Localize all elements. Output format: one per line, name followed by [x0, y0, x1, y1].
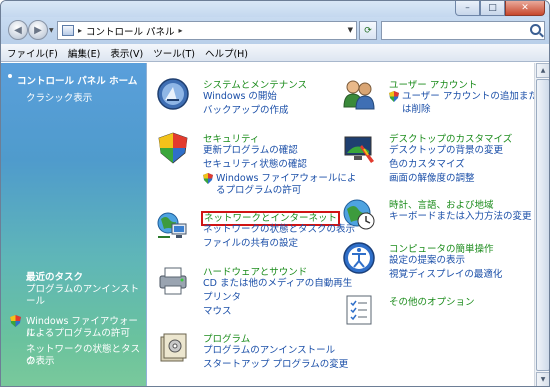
- breadcrumb-control-panel[interactable]: コントロール パネル: [86, 24, 175, 38]
- navigation-bar: ◀ ▶ ▼ ▸ コントロール パネル ▸ ▼ ⟳: [1, 17, 549, 44]
- category-title-system[interactable]: システムとメンテナンス: [203, 77, 307, 91]
- ease-of-access-icon: [343, 242, 375, 274]
- search-input[interactable]: [381, 21, 545, 40]
- link-backup[interactable]: バックアップの作成: [203, 105, 289, 117]
- link-customize-colors[interactable]: 色のカスタマイズ: [389, 159, 465, 171]
- link-desktop-background[interactable]: デスクトップの背景の変更: [389, 145, 503, 157]
- bullet-icon: [8, 74, 12, 78]
- category-title-security[interactable]: セキュリティ: [203, 131, 259, 145]
- category-title-additional-options[interactable]: その他のオプション: [389, 294, 475, 308]
- link-startup-programs[interactable]: スタートアップ プログラムの変更: [203, 359, 348, 371]
- task-pane: コントロール パネル ホーム クラシック表示 最近のタスク プログラムのアンイン…: [1, 63, 147, 386]
- close-button[interactable]: ✕: [505, 1, 545, 16]
- link-firewall-allow-line1[interactable]: Windows ファイアウォールによ: [216, 173, 356, 185]
- recent-task-firewall-line2[interactable]: によるプログラムの許可: [26, 328, 141, 340]
- recent-tasks-heading: 最近のタスク: [26, 272, 84, 283]
- breadcrumb-chevron-icon[interactable]: ▸: [179, 26, 183, 35]
- shield-icon: [389, 91, 399, 102]
- shield-icon: [203, 173, 213, 184]
- link-network-status[interactable]: ネットワークの状態とタスクの表示: [203, 224, 355, 236]
- category-title-appearance[interactable]: デスクトップのカスタマイズ: [389, 131, 512, 145]
- recent-pages-dropdown-icon[interactable]: ▼: [49, 27, 54, 34]
- system-maintenance-icon: [157, 78, 189, 110]
- menu-help[interactable]: ヘルプ(H): [205, 46, 248, 60]
- category-title-hardware[interactable]: ハードウェアとサウンド: [203, 264, 307, 278]
- clock-globe-icon: [343, 199, 375, 230]
- desktop-customization-icon: [344, 136, 374, 163]
- menu-view[interactable]: 表示(V): [110, 46, 143, 60]
- search-icon[interactable]: [530, 24, 541, 35]
- programs-icon: [160, 333, 187, 362]
- classic-view-link[interactable]: クラシック表示: [26, 90, 92, 104]
- link-printers[interactable]: プリンタ: [203, 292, 241, 304]
- category-title-network-label[interactable]: ネットワークとインターネット: [200, 211, 341, 226]
- recent-task-uninstall[interactable]: プログラムのアンインストール: [26, 284, 141, 308]
- printer-icon: [159, 267, 187, 295]
- category-title-programs[interactable]: プログラム: [203, 331, 250, 345]
- category-view: システムとメンテナンス Windows の開始 バックアップの作成 セキュリティ…: [148, 63, 538, 386]
- scroll-up-arrow-icon[interactable]: ▲: [536, 63, 549, 78]
- minimize-button[interactable]: –: [455, 1, 480, 16]
- category-title-ease-of-access[interactable]: コンピュータの簡単操作: [389, 241, 494, 255]
- menu-file[interactable]: ファイル(F): [7, 46, 58, 60]
- forward-button[interactable]: ▶: [28, 20, 48, 40]
- recent-task-network-line2[interactable]: の表示: [26, 356, 141, 368]
- additional-options-icon: [346, 295, 372, 325]
- back-button[interactable]: ◀: [8, 20, 28, 40]
- link-uninstall-program[interactable]: プログラムのアンインストール: [203, 345, 335, 357]
- category-title-network[interactable]: ネットワークとインターネット: [200, 210, 341, 226]
- link-add-remove-accounts-line2[interactable]: は削除: [402, 104, 431, 116]
- refresh-button[interactable]: ⟳: [359, 21, 377, 40]
- link-autoplay[interactable]: CD または他のメディアの自動再生: [203, 278, 352, 290]
- link-welcome-center[interactable]: Windows の開始: [203, 91, 277, 103]
- address-bar[interactable]: ▸ コントロール パネル ▸ ▼: [57, 21, 357, 40]
- breadcrumb-chevron-icon[interactable]: ▸: [78, 26, 82, 35]
- control-panel-home-link[interactable]: コントロール パネル ホーム: [17, 73, 137, 87]
- user-accounts-icon: [343, 80, 375, 110]
- menu-tools[interactable]: ツール(T): [153, 46, 195, 60]
- link-screen-resolution[interactable]: 画面の解像度の調整: [389, 173, 475, 185]
- address-dropdown-icon[interactable]: ▼: [348, 26, 353, 34]
- maximize-button[interactable]: □: [480, 1, 505, 16]
- control-panel-window: – □ ✕ ◀ ▶ ▼ ▸ コントロール パネル ▸ ▼ ⟳ ファイル(F) 編…: [0, 0, 550, 387]
- network-globe-icon: [157, 212, 187, 238]
- link-check-updates[interactable]: 更新プログラムの確認: [203, 145, 298, 157]
- link-file-sharing[interactable]: ファイルの共有の設定: [203, 238, 298, 250]
- window-controls: – □ ✕: [455, 1, 545, 16]
- link-optimize-display[interactable]: 視覚ディスプレイの最適化: [389, 269, 502, 281]
- link-keyboard-input[interactable]: キーボードまたは入力方法の変更: [389, 211, 532, 223]
- menu-bar: ファイル(F) 編集(E) 表示(V) ツール(T) ヘルプ(H): [1, 44, 549, 62]
- link-firewall-allow-line2[interactable]: るプログラムの許可: [216, 185, 301, 197]
- category-title-clock[interactable]: 時計、言語、および地域: [389, 197, 494, 211]
- vertical-scrollbar[interactable]: ▲ ▼: [534, 63, 549, 386]
- menu-edit[interactable]: 編集(E): [68, 46, 100, 60]
- link-add-remove-accounts-line1[interactable]: ユーザー アカウントの追加また: [402, 91, 538, 103]
- link-mouse[interactable]: マウス: [203, 306, 232, 318]
- link-suggested-settings[interactable]: 設定の提案の表示: [389, 255, 465, 267]
- security-shield-icon: [158, 132, 188, 164]
- scrollbar-thumb[interactable]: [536, 79, 549, 371]
- category-title-users[interactable]: ユーザー アカウント: [389, 77, 477, 91]
- control-panel-icon: [62, 25, 74, 36]
- link-security-status[interactable]: セキュリティ状態の確認: [203, 159, 307, 171]
- title-bar: – □ ✕: [1, 1, 549, 17]
- shield-icon: [10, 315, 21, 327]
- scroll-down-arrow-icon[interactable]: ▼: [536, 372, 549, 386]
